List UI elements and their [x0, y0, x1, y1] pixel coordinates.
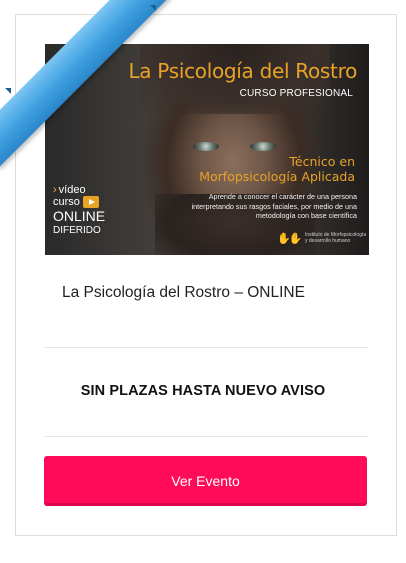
online-word: ONLINE	[53, 208, 106, 225]
image-tecnico-line2: Morfopsicología Aplicada	[199, 169, 355, 184]
view-event-button[interactable]: Ver Evento	[44, 456, 367, 506]
hands-icon: ✋✋	[277, 233, 302, 245]
divider-bottom	[45, 436, 368, 437]
arrow-icon: ›	[53, 184, 57, 196]
status-text: SIN PLAZAS HASTA NUEVO AVISO	[80, 383, 326, 399]
image-tecnico-line1: Técnico en	[289, 154, 355, 169]
event-title: La Psicología del Rostro – ONLINE	[62, 284, 305, 301]
institute-logo: ✋✋ Instituto de Morfopsicología y desarr…	[277, 230, 367, 250]
ribbon-wrap	[0, 0, 175, 175]
play-icon	[82, 196, 99, 209]
image-tecnico: Técnico en Morfopsicología Aplicada	[199, 154, 355, 184]
logo-text: Instituto de Morfopsicología y desarroll…	[305, 232, 367, 244]
left-eye	[193, 142, 219, 151]
corner-ribbon	[0, 0, 175, 168]
ribbon-fold-left	[5, 88, 11, 94]
video-word: vídeo	[58, 184, 86, 196]
ribbon-fold-top	[150, 5, 156, 11]
diferido-word: DIFERIDO	[53, 225, 101, 237]
video-badge: › vídeo curso ONLINE DIFERIDO	[53, 184, 105, 237]
right-eye	[250, 142, 276, 151]
image-subtitle: CURSO PROFESIONAL	[239, 88, 353, 99]
image-description: Aprende a conocer el carácter de una per…	[191, 192, 357, 220]
curso-word: curso	[53, 196, 80, 208]
divider-top	[45, 347, 368, 348]
